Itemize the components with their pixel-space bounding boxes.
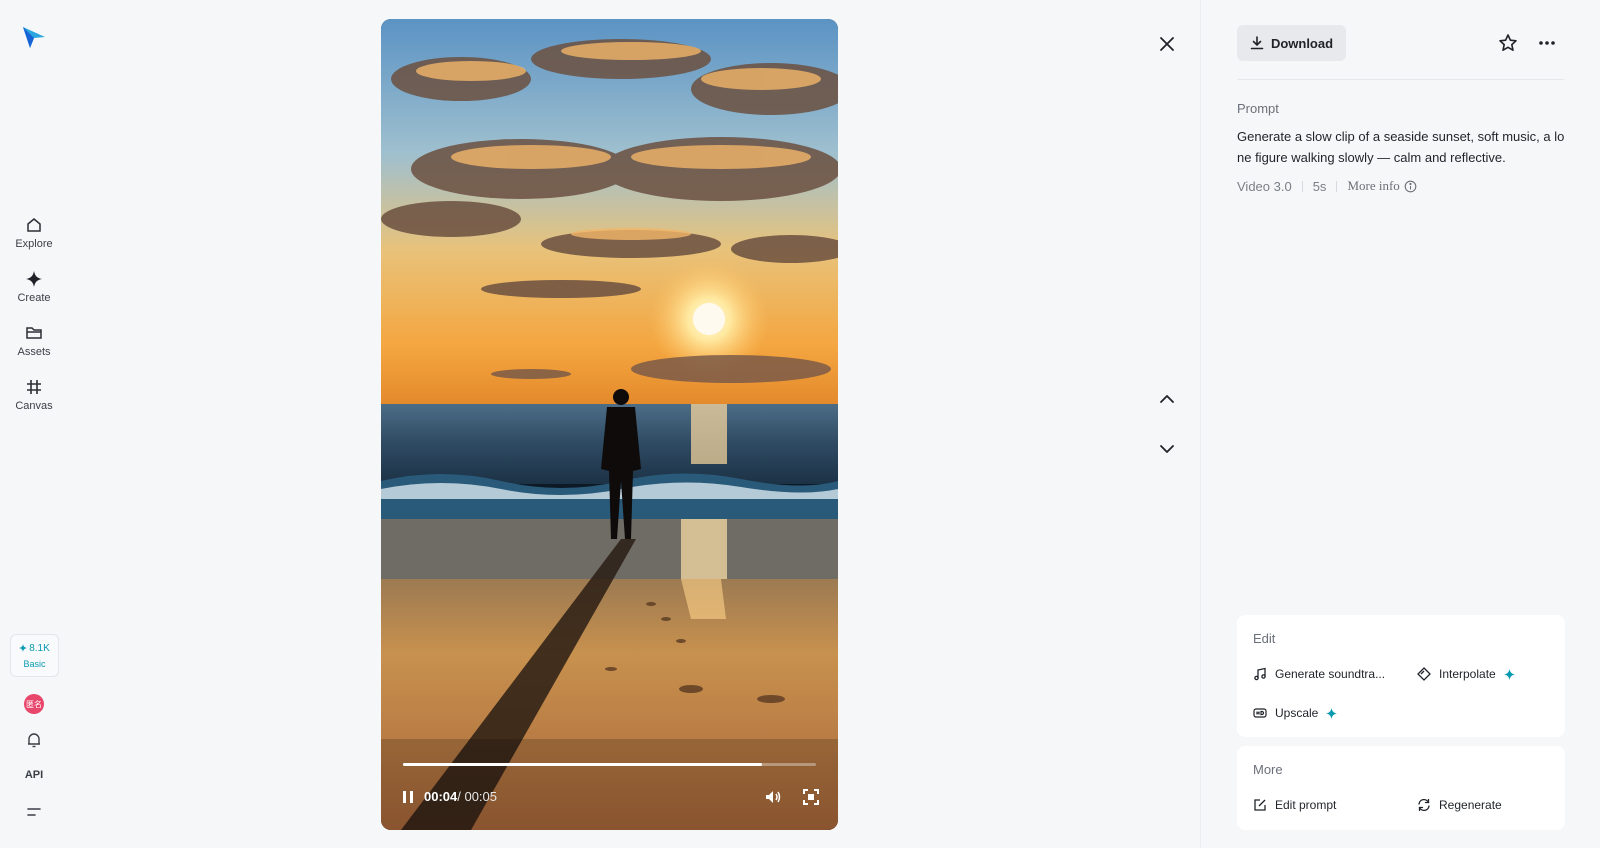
fullscreen-icon[interactable] bbox=[802, 788, 820, 806]
sidebar-item-assets[interactable]: Assets bbox=[4, 324, 64, 368]
sidebar-item-explore[interactable]: Explore bbox=[4, 216, 64, 260]
video-player[interactable]: 00:04/ 00:05 bbox=[381, 19, 838, 830]
interpolate-button[interactable]: Interpolate bbox=[1417, 667, 1515, 681]
sidebar-item-label: Canvas bbox=[15, 400, 53, 412]
more-options-icon[interactable] bbox=[1536, 32, 1558, 54]
edit-prompt-button[interactable]: Edit prompt bbox=[1253, 798, 1336, 812]
sidebar-item-canvas[interactable]: Canvas bbox=[4, 378, 64, 422]
regenerate-button[interactable]: Regenerate bbox=[1417, 798, 1502, 812]
sidebar-item-create[interactable]: Create bbox=[4, 270, 64, 314]
download-button[interactable]: Download bbox=[1237, 25, 1346, 61]
pause-icon[interactable] bbox=[399, 788, 417, 806]
video-frame-image bbox=[381, 19, 838, 830]
edit-card-title: Edit bbox=[1253, 631, 1276, 646]
download-label: Download bbox=[1270, 35, 1334, 51]
prompt-text: Generate a slow clip of a seaside sunset… bbox=[1237, 129, 1565, 165]
folder-icon bbox=[26, 327, 42, 339]
duration: / 00:05 bbox=[457, 789, 498, 804]
meta-separator bbox=[1301, 180, 1303, 192]
prompt-label: Prompt bbox=[1237, 101, 1279, 116]
meta-separator bbox=[1336, 180, 1338, 192]
edit-icon bbox=[1254, 799, 1266, 811]
menu-icon[interactable] bbox=[25, 803, 43, 821]
generate-soundtrack-button[interactable]: Generate soundtra... bbox=[1253, 667, 1385, 681]
regenerate-label: Regenerate bbox=[1439, 798, 1502, 812]
video-progress-bar[interactable] bbox=[403, 763, 816, 766]
download-icon bbox=[1250, 36, 1264, 50]
chevron-down-icon[interactable] bbox=[1156, 438, 1178, 460]
diamond-icon bbox=[26, 271, 42, 287]
sidebar-item-label: Explore bbox=[15, 238, 53, 250]
edit-prompt-label: Edit prompt bbox=[1275, 798, 1337, 812]
more-card-title: More bbox=[1253, 762, 1283, 777]
volume-icon[interactable] bbox=[764, 788, 782, 806]
plan-tier: Basic bbox=[23, 658, 46, 669]
refresh-icon bbox=[1418, 798, 1430, 812]
sparkle-icon bbox=[1326, 707, 1338, 719]
sparkle-icon bbox=[1503, 668, 1515, 680]
close-icon[interactable] bbox=[1156, 33, 1178, 55]
video-progress-fill bbox=[403, 763, 763, 766]
model-version: Video 3.0 bbox=[1237, 178, 1292, 194]
home-icon bbox=[27, 218, 41, 232]
star-icon[interactable] bbox=[1497, 32, 1519, 54]
sidebar-item-label: Create bbox=[17, 292, 51, 304]
panel-header-divider bbox=[1237, 79, 1564, 80]
generate-soundtrack-label: Generate soundtra... bbox=[1275, 667, 1386, 681]
bell-icon[interactable] bbox=[25, 731, 43, 749]
music-note-icon bbox=[1254, 667, 1266, 681]
generation-meta: Video 3.0 5s More info bbox=[1237, 178, 1417, 194]
video-length: 5s bbox=[1312, 178, 1327, 194]
sparkle-icon bbox=[19, 644, 28, 652]
more-info-link[interactable]: More info bbox=[1347, 178, 1417, 194]
video-timestamp: 00:04/ 00:05 bbox=[424, 789, 497, 804]
upscale-button[interactable]: Upscale bbox=[1253, 706, 1338, 720]
avatar[interactable]: 匿名 bbox=[24, 694, 44, 714]
edit-card: Edit Generate soundtra... Interpolate Up… bbox=[1237, 615, 1565, 737]
current-time: 00:04 bbox=[424, 789, 458, 804]
interpolate-icon bbox=[1417, 667, 1431, 681]
sidebar-item-label: Assets bbox=[17, 346, 51, 358]
hashtag-icon bbox=[27, 380, 41, 394]
credits-badge[interactable]: 8.1K Basic bbox=[10, 634, 59, 677]
chevron-up-icon[interactable] bbox=[1156, 388, 1178, 410]
more-info-label: More info bbox=[1347, 178, 1400, 193]
upscale-label: Upscale bbox=[1275, 706, 1319, 720]
more-card: More Edit prompt Regenerate bbox=[1237, 746, 1565, 830]
info-icon bbox=[1404, 180, 1417, 192]
credits-amount-row: 8.1K bbox=[19, 643, 50, 654]
app-logo[interactable] bbox=[21, 24, 47, 50]
panel-divider bbox=[1200, 0, 1201, 848]
hd-icon bbox=[1253, 708, 1267, 718]
api-link[interactable]: API bbox=[22, 769, 46, 781]
interpolate-label: Interpolate bbox=[1439, 667, 1496, 681]
credits-amount: 8.1K bbox=[29, 642, 50, 654]
sidebar: Explore Create Assets Canvas 8.1K Basic … bbox=[0, 0, 68, 848]
